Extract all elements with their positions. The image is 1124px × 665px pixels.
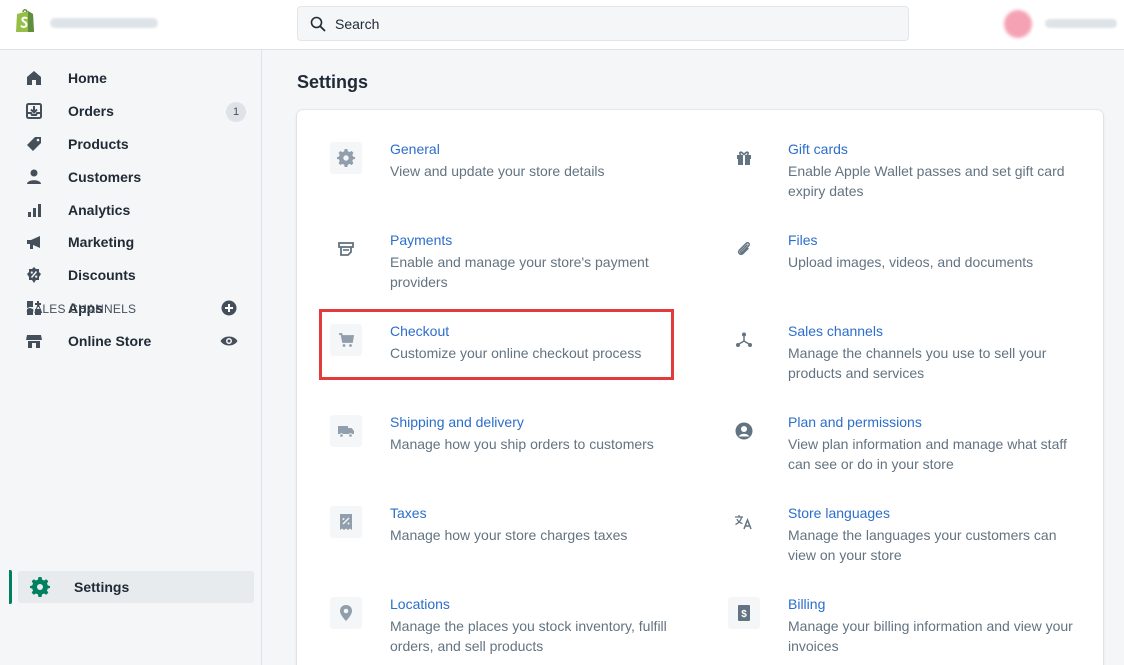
orders-count-badge: 1: [226, 102, 246, 122]
translate-icon: [728, 506, 760, 538]
gear-icon: [330, 142, 362, 174]
truck-icon: [330, 415, 362, 447]
sidebar-item-label: Discounts: [68, 267, 136, 283]
sidebar-item-customers[interactable]: Customers: [24, 163, 254, 191]
sidebar-item-settings[interactable]: Settings: [18, 571, 254, 603]
setting-description: Manage the channels you use to sell your…: [788, 345, 1047, 381]
user-name-blurred[interactable]: [1045, 19, 1117, 28]
sidebar-item-label: Products: [68, 136, 129, 152]
checkout-highlight-box: [319, 309, 674, 380]
svg-text:$: $: [741, 609, 747, 620]
sidebar-item-label: Analytics: [68, 202, 131, 218]
store-name-blurred[interactable]: [50, 18, 158, 28]
setting-description: View plan information and manage what st…: [788, 436, 1067, 472]
sidebar-item-label: Orders: [68, 103, 114, 119]
setting-description: Upload images, videos, and documents: [788, 254, 1034, 270]
setting-title[interactable]: Files: [788, 232, 818, 248]
setting-title[interactable]: Locations: [390, 596, 450, 612]
billing-icon: $: [728, 597, 760, 629]
settings-card: General View and update your store detai…: [297, 110, 1103, 665]
top-bar: Search: [0, 0, 1124, 50]
search-placeholder: Search: [335, 16, 380, 32]
setting-title[interactable]: Sales channels: [788, 323, 883, 339]
sidebar-item-label: Customers: [68, 169, 142, 185]
setting-title[interactable]: General: [390, 141, 440, 157]
sidebar-item-home[interactable]: Home: [24, 64, 254, 92]
sales-channels-heading: SALES CHANNELS: [26, 302, 137, 316]
bar-chart-icon: [24, 200, 44, 220]
sidebar-item-label: Home: [68, 70, 107, 86]
setting-description: Manage your billing information and view…: [788, 618, 1073, 654]
paperclip-icon: [728, 233, 760, 265]
user-circle-icon: [728, 415, 760, 447]
setting-title[interactable]: Billing: [788, 596, 825, 612]
gift-icon: [728, 142, 760, 174]
discount-icon: [24, 265, 44, 285]
tag-icon: [24, 134, 44, 154]
setting-title[interactable]: Shipping and delivery: [390, 414, 524, 430]
sidebar-item-label: Online Store: [68, 333, 152, 349]
shopify-logo-icon[interactable]: [14, 8, 36, 34]
sidebar-item-products[interactable]: Products: [24, 130, 254, 158]
sidebar-item-label: Marketing: [68, 234, 135, 250]
tax-icon: [330, 506, 362, 538]
sidebar-item-marketing[interactable]: Marketing: [24, 228, 254, 256]
store-icon: [24, 331, 44, 351]
setting-title[interactable]: Plan and permissions: [788, 414, 922, 430]
search-bar[interactable]: Search: [297, 6, 909, 41]
sidebar-item-label: Settings: [74, 579, 130, 595]
setting-title[interactable]: Store languages: [788, 505, 890, 521]
setting-description: View and update your store details: [390, 163, 605, 179]
payment-icon: [330, 233, 362, 265]
sidebar-item-discounts[interactable]: Discounts: [24, 261, 254, 289]
setting-title[interactable]: Gift cards: [788, 141, 848, 157]
setting-description: Manage how you ship orders to customers: [390, 436, 654, 452]
sidebar-item-analytics[interactable]: Analytics: [24, 196, 254, 224]
search-icon: [310, 16, 326, 32]
setting-description: Manage how your store charges taxes: [390, 527, 628, 543]
megaphone-icon: [24, 232, 44, 252]
page-title: Settings: [297, 72, 369, 92]
gear-icon: [30, 577, 50, 597]
setting-title[interactable]: Payments: [390, 232, 452, 248]
orders-icon: [24, 101, 44, 121]
channels-icon: [728, 324, 760, 356]
sidebar-item-orders[interactable]: Orders 1: [24, 97, 254, 125]
setting-title[interactable]: Taxes: [390, 505, 427, 521]
setting-description: Enable and manage your store's payment p…: [390, 254, 649, 290]
home-icon: [24, 68, 44, 88]
avatar[interactable]: [1004, 10, 1032, 38]
setting-description: Enable Apple Wallet passes and set gift …: [788, 163, 1065, 199]
active-indicator: [9, 570, 12, 604]
add-circle-icon[interactable]: [219, 298, 239, 318]
eye-icon[interactable]: [219, 331, 239, 351]
setting-description: Manage the places you stock inventory, f…: [390, 618, 667, 654]
location-pin-icon: [330, 597, 362, 629]
person-icon: [24, 167, 44, 187]
setting-description: Manage the languages your customers can …: [788, 527, 1057, 563]
